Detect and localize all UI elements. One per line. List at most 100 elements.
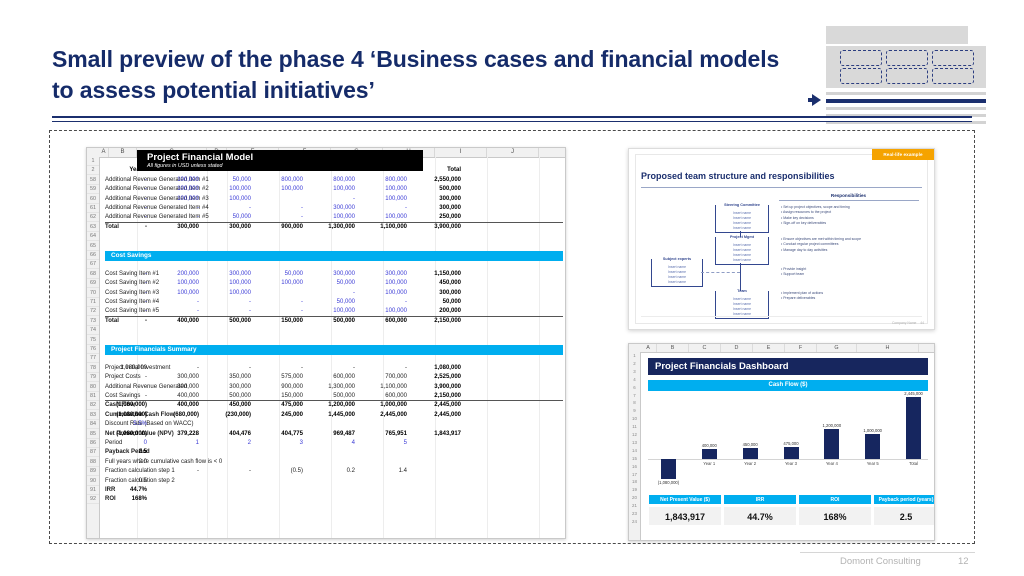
row-value[interactable]: 100,000 bbox=[147, 195, 199, 204]
row-value[interactable]: 1,000,000 bbox=[355, 401, 407, 410]
dash-row-number[interactable]: 11 bbox=[629, 423, 640, 431]
dash-column-header-c[interactable]: C bbox=[689, 344, 721, 352]
row-value[interactable]: 1 bbox=[147, 439, 199, 448]
spreadsheet-row[interactable]: Cost Saving Item #4- - - -50,000-50,000 bbox=[99, 298, 565, 307]
row-value[interactable]: 200,000 bbox=[147, 270, 199, 279]
row-value[interactable]: 50,000 bbox=[251, 270, 303, 279]
row-value[interactable]: 300,000 bbox=[303, 204, 355, 213]
row-value[interactable]: 1,100,000 bbox=[355, 223, 407, 232]
dash-row-number[interactable]: 21 bbox=[629, 502, 640, 510]
dash-row-number[interactable]: 9 bbox=[629, 407, 640, 415]
row-value[interactable]: - bbox=[95, 373, 147, 382]
row-value[interactable]: - bbox=[147, 204, 199, 213]
row-value[interactable]: - bbox=[199, 298, 251, 307]
row-value[interactable]: 1,300,000 bbox=[303, 383, 355, 392]
row-value[interactable]: (1,080,000) bbox=[95, 430, 147, 439]
row-value[interactable]: - bbox=[95, 298, 147, 307]
row-value[interactable]: 969,487 bbox=[303, 430, 355, 439]
financials-dashboard[interactable]: ABCDEFGH 1 2 3 4 6 7 8 9 10 11 12 13 14 15 16 17 18 19 20 2… bbox=[628, 343, 935, 541]
row-value[interactable]: 300,000 bbox=[199, 270, 251, 279]
row-value[interactable]: 1.4 bbox=[355, 467, 407, 476]
row-number[interactable]: 75 bbox=[87, 336, 99, 345]
row-value[interactable]: - bbox=[199, 364, 251, 373]
row-value[interactable]: 300,000 bbox=[147, 223, 199, 232]
row-value[interactable]: 100,000 bbox=[199, 185, 251, 194]
row-value[interactable]: (1,080,000) bbox=[95, 401, 147, 410]
dash-column-header-e[interactable]: E bbox=[753, 344, 785, 352]
row-value[interactable]: 100,000 bbox=[147, 176, 199, 185]
spreadsheet-row[interactable]: Period 0 1 2 3 4 5 bbox=[99, 439, 565, 448]
row-total-value[interactable]: 2,445,000 bbox=[409, 411, 461, 420]
row-value[interactable]: - bbox=[95, 204, 147, 213]
row-value[interactable]: 1,080,000 bbox=[95, 364, 147, 373]
row-value[interactable]: - bbox=[147, 364, 199, 373]
row-value[interactable]: 100,000 bbox=[303, 185, 355, 194]
row-value[interactable]: 300,000 bbox=[355, 270, 407, 279]
row-total-value[interactable]: 1,150,000 bbox=[409, 270, 461, 279]
row-value[interactable]: 2 bbox=[199, 439, 251, 448]
row-value[interactable]: - bbox=[303, 364, 355, 373]
row-value[interactable]: 100,000 bbox=[251, 279, 303, 288]
row-value[interactable]: 300,000 bbox=[199, 383, 251, 392]
row-value[interactable]: 5 bbox=[355, 439, 407, 448]
dash-row-number[interactable]: 23 bbox=[629, 510, 640, 518]
dash-row-number[interactable]: 7 bbox=[629, 392, 640, 400]
row-total-value[interactable]: 2,525,000 bbox=[409, 373, 461, 382]
row-value[interactable]: - bbox=[355, 204, 407, 213]
dash-column-header-f[interactable]: F bbox=[785, 344, 817, 352]
row-value[interactable]: 5.5% bbox=[95, 420, 147, 429]
spreadsheet-row[interactable]: Net Present Value (NPV) (1,080,000) 379,22… bbox=[99, 430, 565, 439]
column-header-b[interactable]: B bbox=[109, 148, 137, 157]
row-value[interactable]: 0 bbox=[95, 439, 147, 448]
row-value[interactable]: - bbox=[355, 364, 407, 373]
row-value[interactable]: 100,000 bbox=[355, 185, 407, 194]
row-value[interactable]: 475,000 bbox=[251, 401, 303, 410]
row-number[interactable]: 64 bbox=[87, 232, 99, 242]
org-box-team[interactable]: Team Insert name Insert name Insert name Ins… bbox=[715, 289, 769, 319]
row-value[interactable]: 500,000 bbox=[199, 317, 251, 326]
row-value[interactable]: 100,000 bbox=[251, 185, 303, 194]
row-value[interactable]: - bbox=[251, 364, 303, 373]
row-value[interactable]: 900,000 bbox=[251, 383, 303, 392]
row-value[interactable]: - bbox=[147, 467, 199, 476]
row-value[interactable]: 700,000 bbox=[355, 373, 407, 382]
spreadsheet-row[interactable]: Fraction calculation step 2 0.5 bbox=[99, 477, 565, 486]
row-value[interactable]: 575,000 bbox=[251, 373, 303, 382]
dash-row-number[interactable]: 15 bbox=[629, 455, 640, 463]
row-value[interactable]: - bbox=[147, 298, 199, 307]
row-value[interactable]: - bbox=[303, 195, 355, 204]
dash-column-header-g[interactable]: G bbox=[817, 344, 857, 352]
dash-row-number[interactable]: 14 bbox=[629, 447, 640, 455]
row-value[interactable]: 50,000 bbox=[303, 298, 355, 307]
row-number[interactable]: 77 bbox=[87, 354, 99, 364]
dash-row-number[interactable]: 6 bbox=[629, 384, 640, 392]
row-value[interactable]: 100,000 bbox=[147, 185, 199, 194]
spreadsheet-row[interactable]: Additional Revenue Generated Item #1-100… bbox=[99, 176, 565, 185]
row-value[interactable]: 50,000 bbox=[303, 279, 355, 288]
row-value[interactable]: 100,000 bbox=[355, 195, 407, 204]
row-value[interactable]: 245,000 bbox=[251, 411, 303, 420]
row-total-value[interactable]: 2,550,000 bbox=[409, 176, 461, 185]
row-value[interactable]: - bbox=[95, 270, 147, 279]
spreadsheet-row[interactable]: Total -300,000 300,000 900,000 1,300,000 1,10… bbox=[99, 223, 565, 232]
dash-row-number[interactable]: 16 bbox=[629, 463, 640, 471]
row-value[interactable]: 300,000 bbox=[303, 270, 355, 279]
row-value[interactable]: (680,000) bbox=[147, 411, 199, 420]
row-value[interactable]: 900,000 bbox=[251, 223, 303, 232]
row-number[interactable]: 66 bbox=[87, 251, 99, 260]
spreadsheet-row[interactable]: Additional Revenue Generated Item #2-100… bbox=[99, 185, 565, 194]
row-total-value[interactable]: 2,150,000 bbox=[409, 317, 461, 326]
row-value[interactable]: - bbox=[95, 185, 147, 194]
row-value[interactable]: (230,000) bbox=[199, 411, 251, 420]
spreadsheet-row[interactable]: Additional Revenue Generated Item #4- - - -… bbox=[99, 204, 565, 213]
dash-row-number[interactable]: 3 bbox=[629, 368, 640, 376]
row-total-value[interactable]: 3,900,000 bbox=[409, 383, 461, 392]
org-box-steering-committee[interactable]: Steering Committee Insert name Insert name… bbox=[715, 203, 769, 233]
row-value[interactable]: - bbox=[251, 204, 303, 213]
row-value[interactable]: 100,000 bbox=[199, 279, 251, 288]
row-value[interactable]: 300,000 bbox=[199, 223, 251, 232]
row-value[interactable]: 404,476 bbox=[199, 430, 251, 439]
row-value[interactable]: 150,000 bbox=[251, 317, 303, 326]
row-total-value[interactable]: 3,900,000 bbox=[409, 223, 461, 232]
row-total-value[interactable]: 450,000 bbox=[409, 279, 461, 288]
